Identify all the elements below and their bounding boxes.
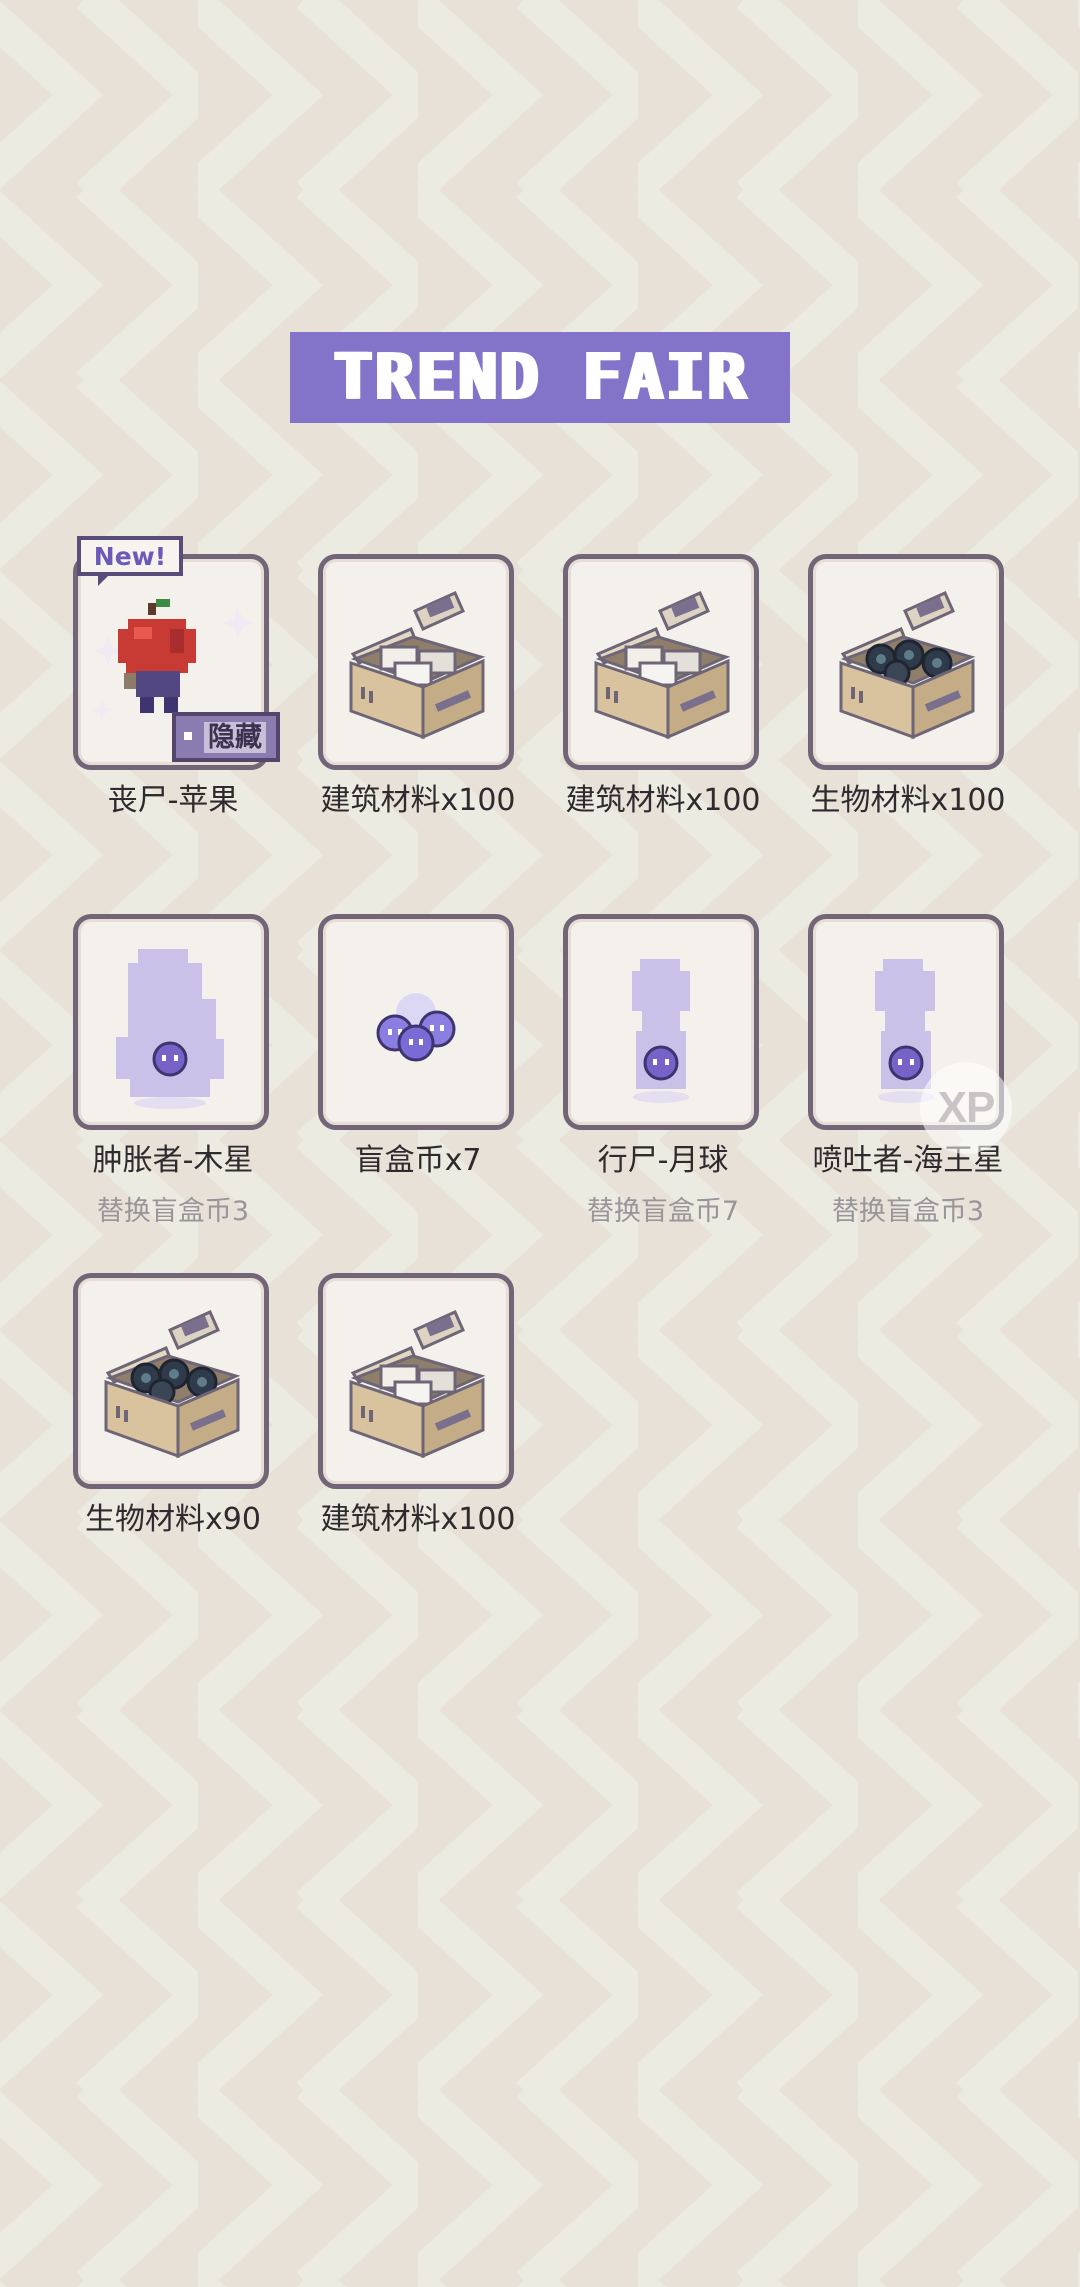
- xp-badge-text: XP: [937, 1083, 996, 1132]
- item-card-3[interactable]: [563, 554, 759, 770]
- item-card-5[interactable]: [73, 914, 269, 1130]
- item-card-6[interactable]: [318, 914, 514, 1130]
- bio-crate-icon: [78, 1278, 264, 1484]
- page-title: TREND FAIR: [332, 340, 748, 415]
- new-badge-text: New!: [93, 541, 167, 571]
- item-card-9[interactable]: [73, 1273, 269, 1489]
- item-label-7: 行尸-月球: [597, 1143, 729, 1178]
- item-card-7[interactable]: [563, 914, 759, 1130]
- item-card-4[interactable]: [808, 554, 1004, 770]
- new-badge-tail-icon: [98, 574, 110, 586]
- xp-floating-button[interactable]: XP: [920, 1062, 1012, 1154]
- title-banner: TREND FAIR: [290, 332, 790, 423]
- building-crate-icon: [323, 1278, 509, 1484]
- hidden-badge-dot-icon: [184, 732, 192, 740]
- item-label-1: 丧尸-苹果: [107, 783, 239, 818]
- item-label-3: 建筑材料x100: [565, 783, 761, 818]
- hidden-badge-text: 隐藏: [204, 721, 266, 753]
- item-sublabel-5: 替换盲盒币3: [96, 1196, 250, 1227]
- screen: TREND FAIR 丧尸-苹果 New! 隐藏 建筑材料x100 建筑材料x1…: [0, 0, 1080, 2287]
- building-crate-icon: [323, 559, 509, 765]
- item-sublabel-7: 替换盲盒币7: [586, 1196, 740, 1227]
- item-card-10[interactable]: [318, 1273, 514, 1489]
- bio-crate-icon: [813, 559, 999, 765]
- blindbox-coin-icon: [323, 919, 509, 1125]
- item-label-8: 喷吐者-海王星: [812, 1143, 1004, 1178]
- item-sublabel-8: 替换盲盒币3: [831, 1196, 985, 1227]
- item-card-2[interactable]: [318, 554, 514, 770]
- item-label-5: 肿胀者-木星: [92, 1143, 254, 1178]
- hidden-badge: 隐藏: [172, 712, 280, 762]
- walker-silhouette-icon: [568, 919, 754, 1125]
- new-badge: New!: [77, 536, 183, 576]
- item-label-2: 建筑材料x100: [320, 783, 516, 818]
- item-label-6: 盲盒币x7: [354, 1143, 482, 1178]
- building-crate-icon: [568, 559, 754, 765]
- item-label-9: 生物材料x90: [85, 1502, 261, 1537]
- bloater-silhouette-icon: [78, 919, 264, 1125]
- item-label-4: 生物材料x100: [810, 783, 1006, 818]
- item-label-10: 建筑材料x100: [320, 1502, 516, 1537]
